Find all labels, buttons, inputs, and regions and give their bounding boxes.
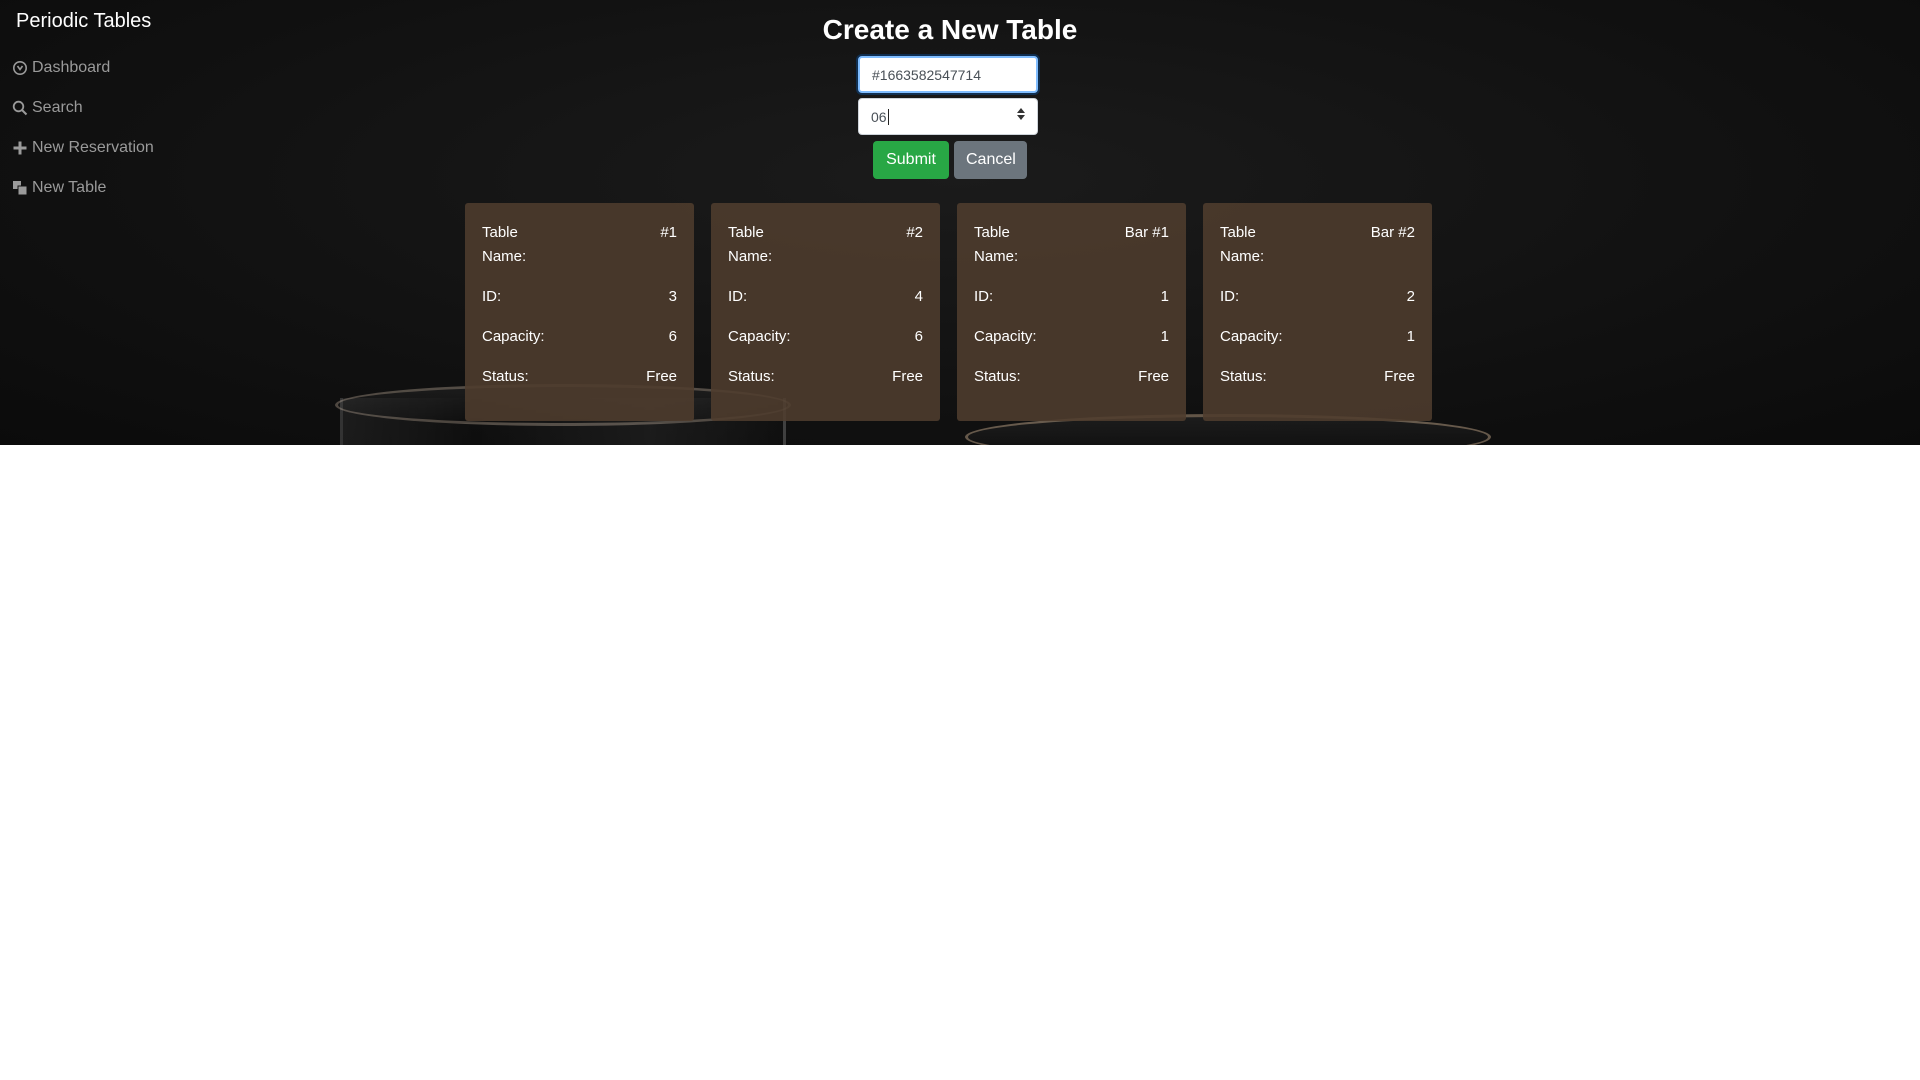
table-status-label: Status: [728,368,775,385]
table-capacity: 1 [1160,328,1169,345]
table-card: Table Name: Bar #1 ID: 1 Capacity: 1 Status… [957,203,1186,421]
table-name: #2 [906,224,923,241]
table-name-label: Table Name: [482,224,527,265]
table-capacity-label: Capacity: [728,328,791,345]
plus-icon [12,140,28,156]
table-status-label: Status: [974,368,1021,385]
form-buttons: Submit Cancel [873,141,1027,179]
table-name-input[interactable]: #1663582547714 [858,56,1038,93]
table-status-label: Status: [482,368,529,385]
capacity-value: 06 [871,108,887,125]
table-cards: Table Name: #1 ID: 3 Capacity: 6 Status: Fre… [465,203,1432,421]
sidebar-nav: Dashboard Search New Reservation New Tab… [12,48,154,208]
search-icon [12,100,28,116]
table-status-label: Status: [1220,368,1267,385]
table-capacity-label: Capacity: [974,328,1037,345]
cancel-button[interactable]: Cancel [954,141,1027,179]
page-title: Create a New Table [822,14,1078,45]
nav-item-new-table[interactable]: New Table [12,168,154,208]
table-name: #1 [660,224,677,241]
table-id-label: ID: [482,288,502,305]
table-icon [12,180,28,196]
table-capacity: 6 [668,328,677,345]
table-id-label: ID: [1220,288,1240,305]
table-capacity: 6 [914,328,923,345]
table-name-label: Table Name: [974,224,1019,265]
capacity-input[interactable]: 06 [858,98,1038,135]
table-name: Bar #2 [1370,224,1415,241]
table-id: 2 [1406,288,1415,305]
table-name-label: Table Name: [728,224,773,265]
dashboard-icon [12,60,28,76]
nav-item-dashboard[interactable]: Dashboard [12,48,154,88]
table-id-label: ID: [974,288,994,305]
table-name-label: Table Name: [1220,224,1265,265]
text-caret [887,108,889,125]
new-table-form: #1663582547714 06 [858,56,1038,135]
table-name: Bar #1 [1124,224,1169,241]
table-capacity-label: Capacity: [482,328,545,345]
nav-item-search[interactable]: Search [12,88,154,128]
table-card: Table Name: #1 ID: 3 Capacity: 6 Status: Fre… [465,203,694,421]
table-name-value: #1663582547714 [872,66,982,83]
nav-item-label: New Table [32,179,107,196]
table-capacity-label: Capacity: [1220,328,1283,345]
hero-background: Periodic Tables Dashboard Search New Res… [0,0,1920,445]
table-card: Table Name: #2 ID: 4 Capacity: 6 Status: Fre… [711,203,940,421]
nav-item-label: Search [32,99,83,116]
table-status: Free [892,368,923,385]
table-status: Free [1384,368,1415,385]
table-status: Free [1138,368,1169,385]
table-id: 3 [668,288,677,305]
chevron-down-icon[interactable] [1017,115,1025,120]
table-id: 4 [914,288,923,305]
table-id-label: ID: [728,288,748,305]
nav-item-label: New Reservation [32,139,154,156]
table-capacity: 1 [1406,328,1415,345]
nav-item-label: Dashboard [32,59,111,76]
capacity-stepper[interactable] [1017,108,1025,120]
table-id: 1 [1160,288,1169,305]
submit-button[interactable]: Submit [873,141,949,179]
table-card: Table Name: Bar #2 ID: 2 Capacity: 1 Status… [1203,203,1432,421]
nav-item-new-reservation[interactable]: New Reservation [12,128,154,168]
chevron-up-icon[interactable] [1017,108,1025,113]
table-status: Free [646,368,677,385]
